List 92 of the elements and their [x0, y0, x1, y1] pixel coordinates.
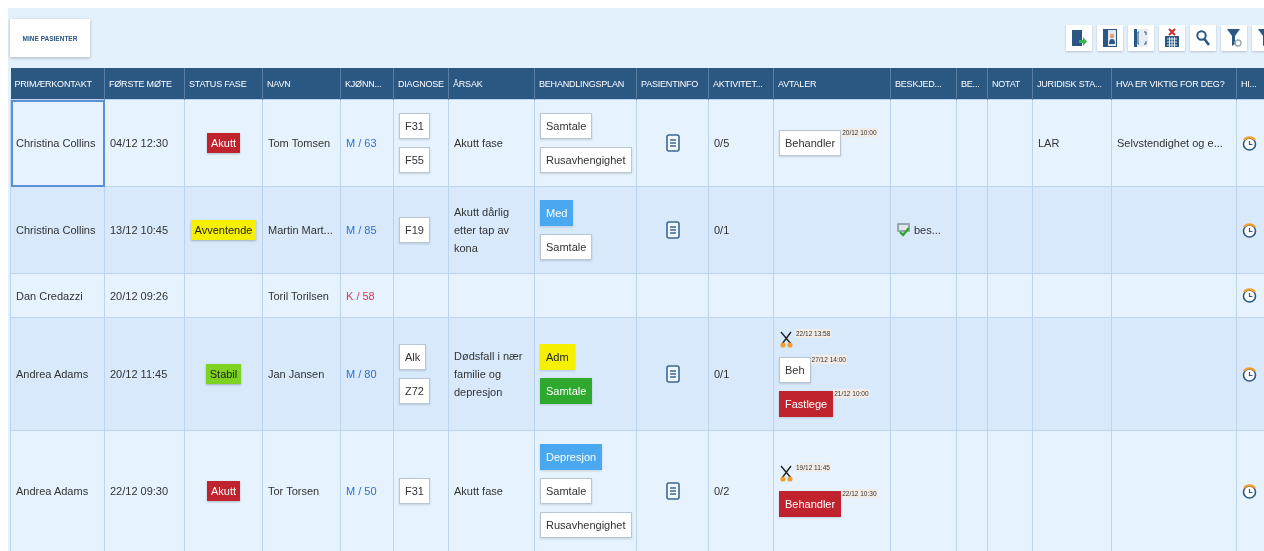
clock-history-icon[interactable] — [1242, 287, 1257, 304]
status-tag: Akutt — [206, 133, 241, 153]
message-text: bes... — [914, 224, 941, 236]
gender-age-text: K / 58 — [346, 289, 375, 302]
table-cell: 20/12 11:45 — [104, 317, 185, 431]
gender-age-text: M / 63 — [346, 137, 377, 149]
document-arrow-icon — [1071, 29, 1087, 47]
table-cell[interactable]: Dan Credazzi — [10, 273, 105, 318]
table-cell: 0/2 — [708, 430, 774, 551]
legal-status-text: LAR — [1038, 137, 1060, 149]
status-tag: Akutt — [206, 481, 241, 501]
table-cell[interactable]: Andrea Adams — [10, 430, 105, 551]
table-cell: 0/5 — [708, 99, 774, 187]
column-header[interactable]: PASIENTINFO — [636, 68, 709, 100]
search-icon — [1196, 30, 1210, 46]
gender-age-text: M / 50 — [346, 485, 377, 497]
column-header[interactable]: STATUS FASE — [184, 68, 263, 100]
document-list-icon[interactable] — [665, 482, 680, 500]
document-list-icon[interactable] — [665, 365, 680, 383]
column-header[interactable]: BEHANDLINGSPLAN — [534, 68, 637, 100]
column-header[interactable]: AKTIVITET... — [708, 68, 774, 100]
diagnosis-code-tag[interactable]: Alk — [399, 344, 427, 370]
appointment-tag[interactable]: Behandler — [779, 130, 842, 156]
column-header[interactable]: ÅRSAK — [448, 68, 535, 100]
funnel-zero-icon — [1226, 28, 1242, 48]
plan-tag[interactable]: Samtale — [540, 113, 593, 139]
table-cell: 0/1 — [708, 186, 774, 274]
scissors-icon[interactable] — [779, 331, 795, 349]
diagnosis-code-tag[interactable]: Z72 — [399, 378, 430, 404]
gender-age-text: M / 85 — [346, 224, 377, 236]
calculator-cross-icon — [1164, 28, 1180, 48]
gender-age-text: M / 80 — [346, 368, 377, 380]
clear-calculator-button[interactable] — [1159, 25, 1185, 51]
document-list-icon[interactable] — [665, 221, 680, 239]
clock-history-icon[interactable] — [1242, 365, 1257, 383]
plan-tag[interactable]: Adm — [540, 344, 575, 370]
clock-history-icon[interactable] — [1242, 482, 1257, 500]
column-header[interactable]: PRIMÆRKONTAKT — [10, 68, 105, 100]
plan-tag[interactable]: Samtale — [540, 478, 593, 504]
table-cell: Jan Jansen — [262, 317, 341, 431]
table-cell: Martin Mart... — [262, 186, 341, 274]
contact-card-button[interactable] — [1097, 25, 1123, 51]
table-cell[interactable]: Andrea Adams — [10, 317, 105, 431]
table-cell: 04/12 12:30 — [104, 99, 185, 187]
diagnosis-code-tag[interactable]: F19 — [399, 217, 430, 243]
search-button[interactable] — [1190, 25, 1216, 51]
table-cell: Tom Tomsen — [262, 99, 341, 187]
cause-text: Akutt fase — [454, 136, 504, 151]
status-tag: Stabil — [205, 364, 242, 384]
filter-clear-button[interactable] — [1221, 25, 1247, 51]
message-check-icon[interactable] — [896, 222, 912, 238]
column-header[interactable]: FØRSTE MØTE — [104, 68, 185, 100]
column-header[interactable]: DIAGNOSE — [393, 68, 449, 100]
column-header[interactable]: NAVN — [262, 68, 341, 100]
frame-button[interactable] — [1128, 25, 1154, 51]
diagnosis-code-tag[interactable]: F31 — [399, 113, 430, 139]
column-header[interactable]: BE... — [956, 68, 988, 100]
diagnosis-code-tag[interactable]: F31 — [399, 478, 430, 504]
appointment-tag[interactable]: Beh — [779, 357, 811, 383]
document-list-icon[interactable] — [665, 134, 680, 152]
clock-history-icon[interactable] — [1242, 134, 1257, 152]
status-tag: Avventende — [190, 220, 257, 240]
column-header[interactable]: NOTAT — [987, 68, 1033, 100]
table-cell[interactable]: Christina Collins — [10, 99, 105, 187]
person-card-icon — [1103, 29, 1117, 47]
table-cell: Toril Torilsen — [262, 273, 341, 318]
column-header[interactable]: KJØNN... — [340, 68, 394, 100]
scissors-icon[interactable] — [779, 465, 795, 483]
clock-history-icon[interactable] — [1242, 221, 1257, 239]
table-cell[interactable]: Christina Collins — [10, 186, 105, 274]
table-cell: Tor Torsen — [262, 430, 341, 551]
bracket-frame-icon — [1134, 29, 1148, 47]
plan-tag[interactable]: Rusavhengighet — [540, 512, 632, 538]
plan-tag[interactable]: Rusavhengighet — [540, 147, 632, 173]
table-cell: 13/12 10:45 — [104, 186, 185, 274]
column-header[interactable]: AVTALER — [773, 68, 891, 100]
important-text: Selvstendighet og e... — [1117, 137, 1223, 149]
column-header[interactable]: HI... — [1236, 68, 1264, 100]
column-header[interactable]: BESKJED... — [890, 68, 957, 100]
table-cell: 0/1 — [708, 317, 774, 431]
appointment-tag[interactable]: Fastlege — [779, 391, 834, 417]
cause-text: Akutt dårlig etter tap av kona — [454, 205, 511, 256]
plan-tag[interactable]: Samtale — [540, 234, 593, 260]
cause-text: Akutt fase — [454, 484, 504, 499]
export-button[interactable] — [1066, 25, 1092, 51]
column-header[interactable]: HVA ER VIKTIG FOR DEG? — [1111, 68, 1237, 100]
appointment-tag[interactable]: Behandler — [779, 491, 842, 517]
diagnosis-code-tag[interactable]: F55 — [399, 147, 430, 173]
cause-text: Dødsfall i nær familie og depresjon — [454, 349, 524, 400]
table-cell: 22/12 09:30 — [104, 430, 185, 551]
column-header[interactable]: JURIDISK STA... — [1032, 68, 1112, 100]
table-cell: 20/12 09:26 — [104, 273, 185, 318]
